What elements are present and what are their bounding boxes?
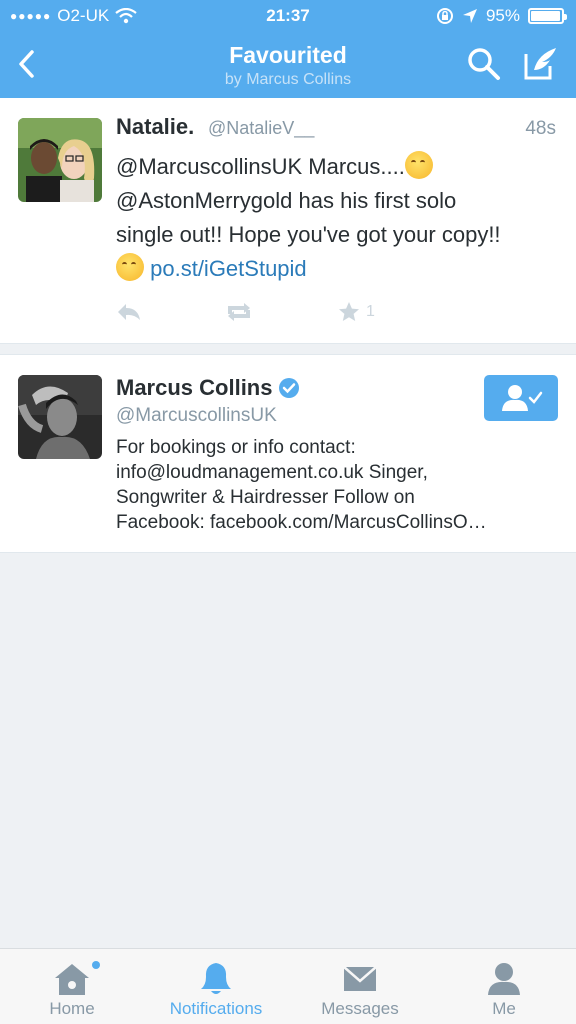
battery-fill [531, 11, 560, 21]
bio-line: info@loudmanagement.co.uk Singer, [116, 462, 428, 483]
home-notification-dot [92, 961, 100, 969]
user-photo [18, 118, 102, 202]
following-person-check-icon [502, 385, 543, 411]
favorite-count: 1 [366, 303, 375, 320]
bio-line: Facebook: facebook.com/MarcusCollinsO… [116, 512, 487, 533]
tweet-text-line: @AstonMerrygold has his first solo [116, 188, 457, 213]
status-bar: ●●●●● O2-UK 21:37 95% [0, 0, 576, 32]
user-name[interactable]: Marcus Collins [116, 375, 300, 401]
battery-percent: 95% [485, 6, 520, 25]
search-icon [468, 48, 500, 80]
tweet-author-handle[interactable]: @NatalieV__ [208, 118, 314, 139]
tweet-text-line: single out!! Hope you've got your copy!! [116, 222, 501, 247]
avatar[interactable] [18, 118, 102, 202]
retweet-button[interactable] [224, 298, 254, 326]
tab-label: Me [492, 999, 516, 1018]
user-handle: @MarcuscollinsUK [116, 405, 277, 426]
favorite-button[interactable]: 1 [338, 298, 375, 326]
tweet-text-line: po.st/iGetStupid [116, 252, 566, 286]
bell-icon [201, 963, 231, 994]
rotation-lock-icon [436, 8, 453, 24]
tweet-author-name[interactable]: Natalie. [116, 114, 194, 140]
search-button[interactable] [466, 46, 502, 82]
battery-icon [528, 8, 567, 24]
tweet-text-segment: @MarcuscollinsUK Marcus.... [116, 154, 405, 179]
reply-icon [118, 304, 140, 320]
avatar[interactable] [18, 375, 102, 459]
blush-emoji-icon [116, 253, 144, 281]
tab-label: Messages [321, 999, 399, 1018]
verified-badge-icon [279, 378, 300, 398]
tab-label: Home [49, 999, 95, 1018]
user-card[interactable]: Marcus Collins @MarcuscollinsUK For book… [0, 354, 576, 553]
envelope-icon [343, 966, 377, 991]
user-bio: For bookings or info contact: info@loudm… [116, 435, 561, 535]
compose-tweet-button[interactable] [522, 44, 560, 82]
tab-bar: Home Notifications Messages Me [0, 948, 576, 1024]
bio-line: For bookings or info contact: [116, 437, 356, 458]
tweet-link[interactable]: po.st/iGetStupid [150, 256, 307, 281]
location-arrow-icon [462, 9, 477, 23]
tab-me[interactable]: Me [432, 949, 576, 1024]
user-name-text: Marcus Collins [116, 375, 273, 400]
tweet-actions: 1 [116, 298, 416, 328]
tab-messages[interactable]: Messages [288, 949, 432, 1024]
top-bar: ●●●●● O2-UK 21:37 95% Favourited by Marc… [0, 0, 576, 98]
tab-notifications[interactable]: Notifications [144, 949, 288, 1024]
smirk-emoji-icon [404, 151, 433, 179]
bio-line: Songwriter & Hairdresser Follow on [116, 487, 415, 508]
reply-button[interactable] [116, 298, 142, 326]
tweet-timestamp: 48s [525, 118, 556, 139]
tab-label: Notifications [169, 999, 263, 1018]
tweet-text: @MarcuscollinsUK Marcus.... @AstonMerryg… [116, 150, 566, 286]
tab-home[interactable]: Home [0, 949, 144, 1024]
retweet-icon [228, 303, 250, 321]
home-icon [55, 964, 89, 995]
star-icon [339, 302, 359, 321]
following-button[interactable] [484, 375, 558, 421]
compose-icon [524, 48, 556, 80]
tweet-card[interactable]: Natalie. @NatalieV__ 48s @MarcuscollinsU… [0, 98, 576, 344]
person-icon [488, 963, 520, 995]
tweet-text-line: @MarcuscollinsUK Marcus.... [116, 150, 566, 184]
status-right: 95% [436, 6, 567, 26]
user-photo [18, 375, 102, 459]
